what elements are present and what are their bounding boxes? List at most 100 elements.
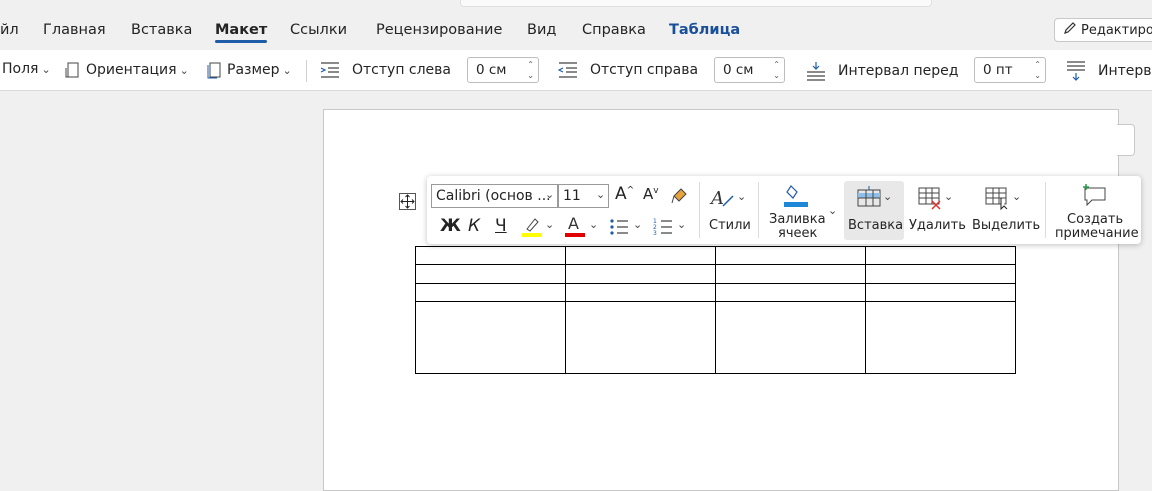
tab-table[interactable]: Таблица bbox=[669, 22, 740, 38]
toolbar-divider bbox=[1045, 182, 1046, 238]
table-cell[interactable] bbox=[715, 301, 866, 374]
delete-table-icon[interactable] bbox=[918, 186, 942, 214]
bullet-list-icon[interactable] bbox=[609, 218, 629, 240]
chevron-down-icon: ⌄ bbox=[282, 63, 292, 77]
table-cell[interactable] bbox=[415, 301, 566, 374]
indent-right-input[interactable]: 0 см ⌃ ⌄ bbox=[714, 57, 785, 83]
document-table[interactable] bbox=[415, 246, 1016, 374]
bold-button[interactable]: Ж bbox=[440, 216, 461, 236]
tab-references[interactable]: Ссылки bbox=[290, 22, 347, 38]
tab-layout[interactable]: Макет bbox=[215, 22, 268, 43]
font-name-value: Calibri (основ ... bbox=[436, 188, 551, 204]
format-painter-icon[interactable] bbox=[671, 186, 689, 208]
table-cell[interactable] bbox=[415, 264, 566, 284]
size-button[interactable]: Размер ⌄ bbox=[207, 61, 292, 79]
table-cell[interactable] bbox=[865, 264, 1016, 284]
indent-left-input[interactable]: 0 см ⌃ ⌄ bbox=[467, 57, 539, 83]
underline-button[interactable]: Ч bbox=[495, 216, 507, 236]
tab-file[interactable]: йл bbox=[0, 22, 19, 38]
indent-right-group: Отступ справа bbox=[558, 61, 698, 79]
font-size-value: 11 bbox=[563, 188, 581, 204]
select-label[interactable]: Выделить bbox=[972, 219, 1040, 233]
search-box[interactable] bbox=[460, 0, 932, 7]
table-cell[interactable] bbox=[565, 246, 716, 265]
table-cell[interactable] bbox=[865, 246, 1016, 265]
comment-label-line1[interactable]: Создать bbox=[1067, 213, 1123, 227]
font-color-swatch bbox=[565, 233, 585, 237]
font-name-select[interactable]: Calibri (основ ... bbox=[431, 184, 558, 208]
shading-label-line2[interactable]: ячеек bbox=[778, 227, 817, 241]
table-cell[interactable] bbox=[865, 283, 1016, 302]
editing-mode-button[interactable]: Редактирование bbox=[1054, 18, 1152, 42]
spacing-before-input[interactable]: 0 пт ⌃ ⌄ bbox=[974, 57, 1046, 83]
select-table-icon[interactable] bbox=[985, 186, 1011, 214]
spacing-before-value: 0 пт bbox=[983, 62, 1013, 78]
orientation-label: Ориентация bbox=[86, 62, 177, 78]
table-cell[interactable] bbox=[715, 264, 866, 284]
comment-label-line2[interactable]: примечание bbox=[1055, 227, 1139, 241]
table-cell[interactable] bbox=[565, 264, 716, 284]
tab-home[interactable]: Главная bbox=[43, 22, 106, 38]
spin-arrows-icon[interactable]: ⌃ ⌄ bbox=[1034, 59, 1041, 81]
numbered-list-icon[interactable]: 123 bbox=[653, 218, 673, 240]
chevron-down-icon[interactable]: ⌄ bbox=[737, 190, 746, 203]
page-size-icon bbox=[207, 61, 223, 79]
delete-label[interactable]: Удалить bbox=[909, 219, 966, 233]
editing-mode-label: Редактирование bbox=[1081, 22, 1152, 38]
table-cell[interactable] bbox=[565, 301, 716, 374]
styles-label[interactable]: Стили bbox=[709, 219, 751, 233]
spin-arrows-icon[interactable]: ⌃ ⌄ bbox=[527, 59, 534, 81]
italic-button[interactable]: К bbox=[468, 216, 480, 236]
orientation-button[interactable]: Ориентация ⌄ bbox=[64, 61, 189, 79]
table-row bbox=[415, 264, 1016, 284]
margins-button[interactable]: Поля ⌄ bbox=[2, 61, 51, 77]
indent-right-value: 0 см bbox=[723, 62, 754, 78]
styles-icon[interactable]: A bbox=[709, 186, 735, 214]
chevron-down-icon[interactable]: ⌄ bbox=[596, 188, 605, 201]
table-cell[interactable] bbox=[565, 283, 716, 302]
table-cell[interactable] bbox=[415, 283, 566, 302]
highlight-swatch bbox=[522, 233, 542, 237]
tab-view[interactable]: Вид bbox=[527, 22, 556, 38]
new-comment-icon[interactable] bbox=[1082, 184, 1108, 210]
ribbon-toolbar: Поля ⌄ Ориентация ⌄ Размер ⌄ Отступ слев… bbox=[0, 50, 1152, 91]
svg-text:3: 3 bbox=[653, 230, 657, 236]
tab-help[interactable]: Справка bbox=[582, 22, 646, 38]
chevron-down-icon[interactable]: ⌄ bbox=[545, 188, 554, 201]
chevron-down-icon[interactable]: ⌄ bbox=[944, 190, 953, 203]
shading-swatch bbox=[784, 202, 808, 207]
tab-insert[interactable]: Вставка bbox=[131, 22, 192, 38]
spacing-after-icon bbox=[1066, 61, 1086, 81]
margins-label: Поля bbox=[2, 61, 39, 77]
insert-table-icon[interactable] bbox=[857, 186, 881, 212]
insert-label[interactable]: Вставка bbox=[848, 219, 903, 233]
chevron-down-icon[interactable]: ⌄ bbox=[545, 218, 554, 231]
chevron-down-icon[interactable]: ⌄ bbox=[589, 218, 598, 231]
indent-left-label: Отступ слева bbox=[352, 62, 452, 78]
spin-arrows-icon[interactable]: ⌃ ⌄ bbox=[773, 59, 780, 81]
chevron-down-icon[interactable]: ⌄ bbox=[883, 190, 892, 203]
indent-left-value: 0 см bbox=[476, 62, 507, 78]
table-cell[interactable] bbox=[865, 301, 1016, 374]
cell-shading-icon[interactable] bbox=[783, 182, 809, 212]
chevron-down-icon[interactable]: ⌄ bbox=[1012, 190, 1021, 203]
toolbar-divider bbox=[758, 182, 759, 238]
orientation-icon bbox=[64, 61, 82, 79]
table-cell[interactable] bbox=[715, 246, 866, 265]
table-row bbox=[415, 283, 1016, 302]
shading-label-line1[interactable]: Заливка bbox=[769, 213, 826, 227]
grow-font-icon[interactable]: A^ bbox=[615, 184, 634, 204]
spacing-after-label: Интерв bbox=[1098, 63, 1152, 79]
chevron-down-icon[interactable]: ⌄ bbox=[828, 204, 837, 217]
table-cell[interactable] bbox=[415, 246, 566, 265]
side-panel-tab[interactable] bbox=[1117, 124, 1135, 156]
table-move-handle-icon[interactable] bbox=[399, 193, 416, 210]
highlight-color-icon[interactable] bbox=[521, 216, 543, 242]
chevron-down-icon[interactable]: ⌄ bbox=[677, 218, 686, 231]
font-color-icon[interactable]: A bbox=[564, 214, 586, 242]
ribbon-divider bbox=[306, 60, 307, 82]
table-cell[interactable] bbox=[715, 283, 866, 302]
tab-review[interactable]: Рецензирование bbox=[376, 22, 502, 38]
shrink-font-icon[interactable]: Av bbox=[643, 185, 659, 203]
chevron-down-icon[interactable]: ⌄ bbox=[633, 218, 642, 231]
